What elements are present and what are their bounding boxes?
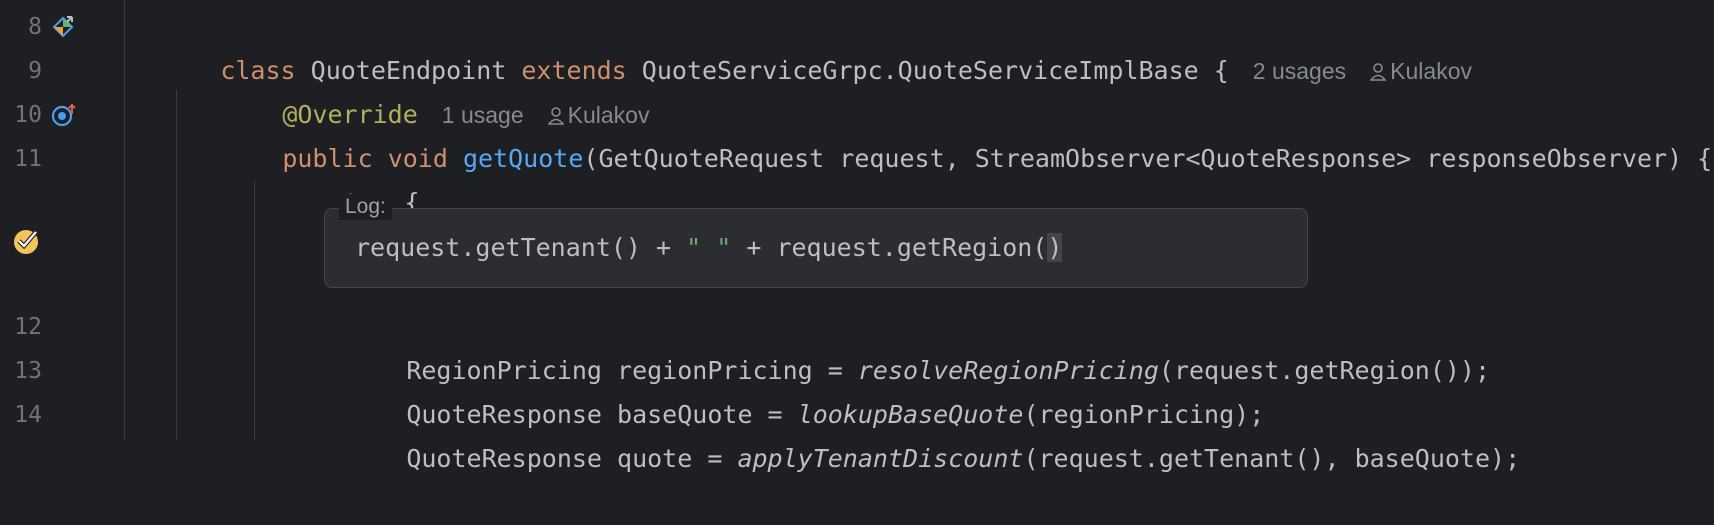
line-number: 9 <box>28 58 42 84</box>
code-text[interactable]: QuoteResponse quote = applyTenantDiscoun… <box>316 393 1520 525</box>
expr-string: " " <box>686 233 732 262</box>
line-number: 12 <box>14 314 42 340</box>
expr-part: + request.getRegion( <box>731 233 1048 262</box>
code-line-8[interactable]: 8 class QuoteEndpoint extends QuoteServi… <box>0 5 1714 85</box>
implementation-gutter-icon[interactable] <box>50 14 76 40</box>
code-post: (request.getTenant(), baseQuote); <box>1023 444 1521 473</box>
log-expression-panel[interactable]: Log: request.getTenant() + " " + request… <box>324 194 1308 288</box>
log-expression-input[interactable]: request.getTenant() + " " + request.getR… <box>355 226 1063 270</box>
code-editor[interactable]: 8 class QuoteEndpoint extends QuoteServi… <box>0 0 1714 473</box>
matched-paren: ) <box>1047 233 1063 262</box>
code-line-13[interactable]: 13 QuoteResponse baseQuote = lookupBaseQ… <box>0 349 1714 429</box>
line-number: 13 <box>14 358 42 384</box>
logpoint-breakpoint-icon[interactable] <box>12 226 42 256</box>
expr-part: request.getTenant() + <box>355 233 687 262</box>
line-number: 14 <box>14 402 42 428</box>
line-number: 11 <box>14 146 42 172</box>
code-line-10[interactable]: 10 public void getQuote(GetQuoteRequest … <box>0 93 1714 173</box>
line-number: 10 <box>14 102 42 128</box>
override-gutter-icon[interactable] <box>50 102 76 128</box>
log-label: Log: <box>339 194 392 220</box>
code-pre: QuoteResponse quote = <box>406 444 738 473</box>
code-line-12[interactable]: 12 RegionPricing regionPricing = resolve… <box>0 305 1714 385</box>
code-line-14[interactable]: 14 QuoteResponse quote = applyTenantDisc… <box>0 393 1714 473</box>
method-call: applyTenantDiscount <box>737 444 1024 473</box>
code-line-11[interactable]: 11 try { <box>0 137 1714 217</box>
code-line-9[interactable]: 9 @Override 1 usage Kulakov <box>0 49 1714 129</box>
line-number: 8 <box>28 14 42 40</box>
